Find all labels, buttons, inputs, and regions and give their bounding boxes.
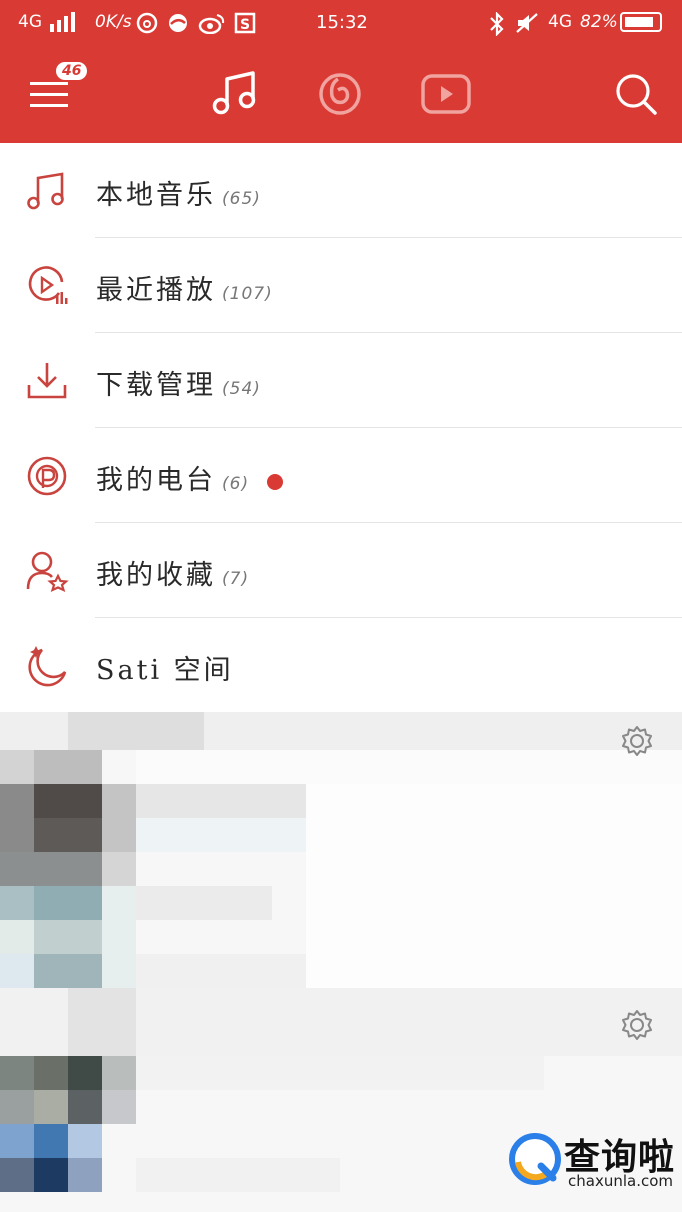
menu-item-label: 下载管理 (54) (96, 370, 261, 401)
recent-play-icon (28, 266, 68, 304)
signal-icon (48, 12, 84, 37)
menu-item-label: 我的收藏 (7) (96, 560, 250, 591)
moon-icon (28, 646, 67, 687)
watermark-subtitle: chaxunla.com (568, 1172, 673, 1190)
radio-disc-icon (319, 73, 361, 115)
mute-icon (515, 12, 539, 39)
watermark: 查询啦 chaxunla.com (508, 1128, 678, 1194)
app-header: 4G 0K/s S 15:32 4G 82% 46 (0, 0, 682, 143)
s-app-icon: S (234, 12, 256, 39)
battery-percent: 82% (580, 12, 618, 32)
my-music-menu: 本地音乐(65) 最近播放(107) 下载管理(54) 我的电台(6) (0, 143, 682, 713)
menu-item-count: (107) (222, 284, 273, 304)
battery-icon (620, 12, 662, 32)
menu-item-count: (6) (222, 474, 250, 494)
menu-item-count: (54) (222, 379, 261, 399)
status-bar: 4G 0K/s S 15:32 4G 82% (0, 0, 682, 48)
top-navigation: 46 (0, 52, 682, 142)
weibo-icon (198, 12, 226, 39)
chaxunla-logo-icon (509, 1133, 561, 1185)
new-content-dot (267, 473, 284, 490)
video-play-icon (421, 74, 471, 114)
menu-item-count: (65) (222, 189, 261, 209)
hamburger-icon (30, 82, 68, 107)
menu-item-count: (7) (222, 569, 250, 589)
notification-badge: 46 (56, 62, 88, 80)
menu-item-label: 我的电台 (6) (96, 458, 284, 497)
playlist-settings-gear-icon[interactable] (620, 724, 654, 758)
search-icon (616, 74, 657, 115)
network-type-2: 4G (548, 12, 572, 32)
menu-item-sati-space[interactable]: Sati 空间 (0, 618, 682, 713)
music-note-icon (27, 172, 64, 210)
menu-item-download-manager[interactable]: 下载管理 (54) (0, 333, 682, 428)
menu-item-my-favorites[interactable]: 我的收藏 (7) (0, 523, 682, 618)
download-icon (27, 363, 67, 399)
app-notification-icon (167, 12, 189, 39)
playlist-settings-gear-icon[interactable] (620, 1008, 654, 1042)
menu-item-label: Sati 空间 (96, 655, 234, 686)
menu-item-local-music[interactable]: 本地音乐 (65) (0, 143, 682, 238)
tab-video[interactable] (418, 66, 474, 122)
user-star-icon (26, 551, 69, 593)
net-speed: 0K/s (95, 12, 132, 32)
netease-notification-icon (136, 12, 158, 39)
svg-text:S: S (240, 17, 250, 33)
music-note-icon (212, 71, 256, 115)
menu-item-my-radio[interactable]: 我的电台 (6) (0, 428, 682, 523)
tab-my-music[interactable] (207, 66, 263, 122)
menu-item-label: 本地音乐 (65) (96, 180, 261, 211)
network-indicator: 4G (18, 12, 42, 32)
radio-station-icon (27, 456, 67, 496)
clock: 15:32 (316, 12, 368, 33)
menu-item-recent-play[interactable]: 最近播放 (107) (0, 238, 682, 333)
search-button[interactable] (608, 66, 664, 122)
tab-discover[interactable] (312, 66, 368, 122)
bluetooth-icon (488, 11, 506, 41)
menu-item-label: 最近播放 (107) (96, 275, 273, 306)
